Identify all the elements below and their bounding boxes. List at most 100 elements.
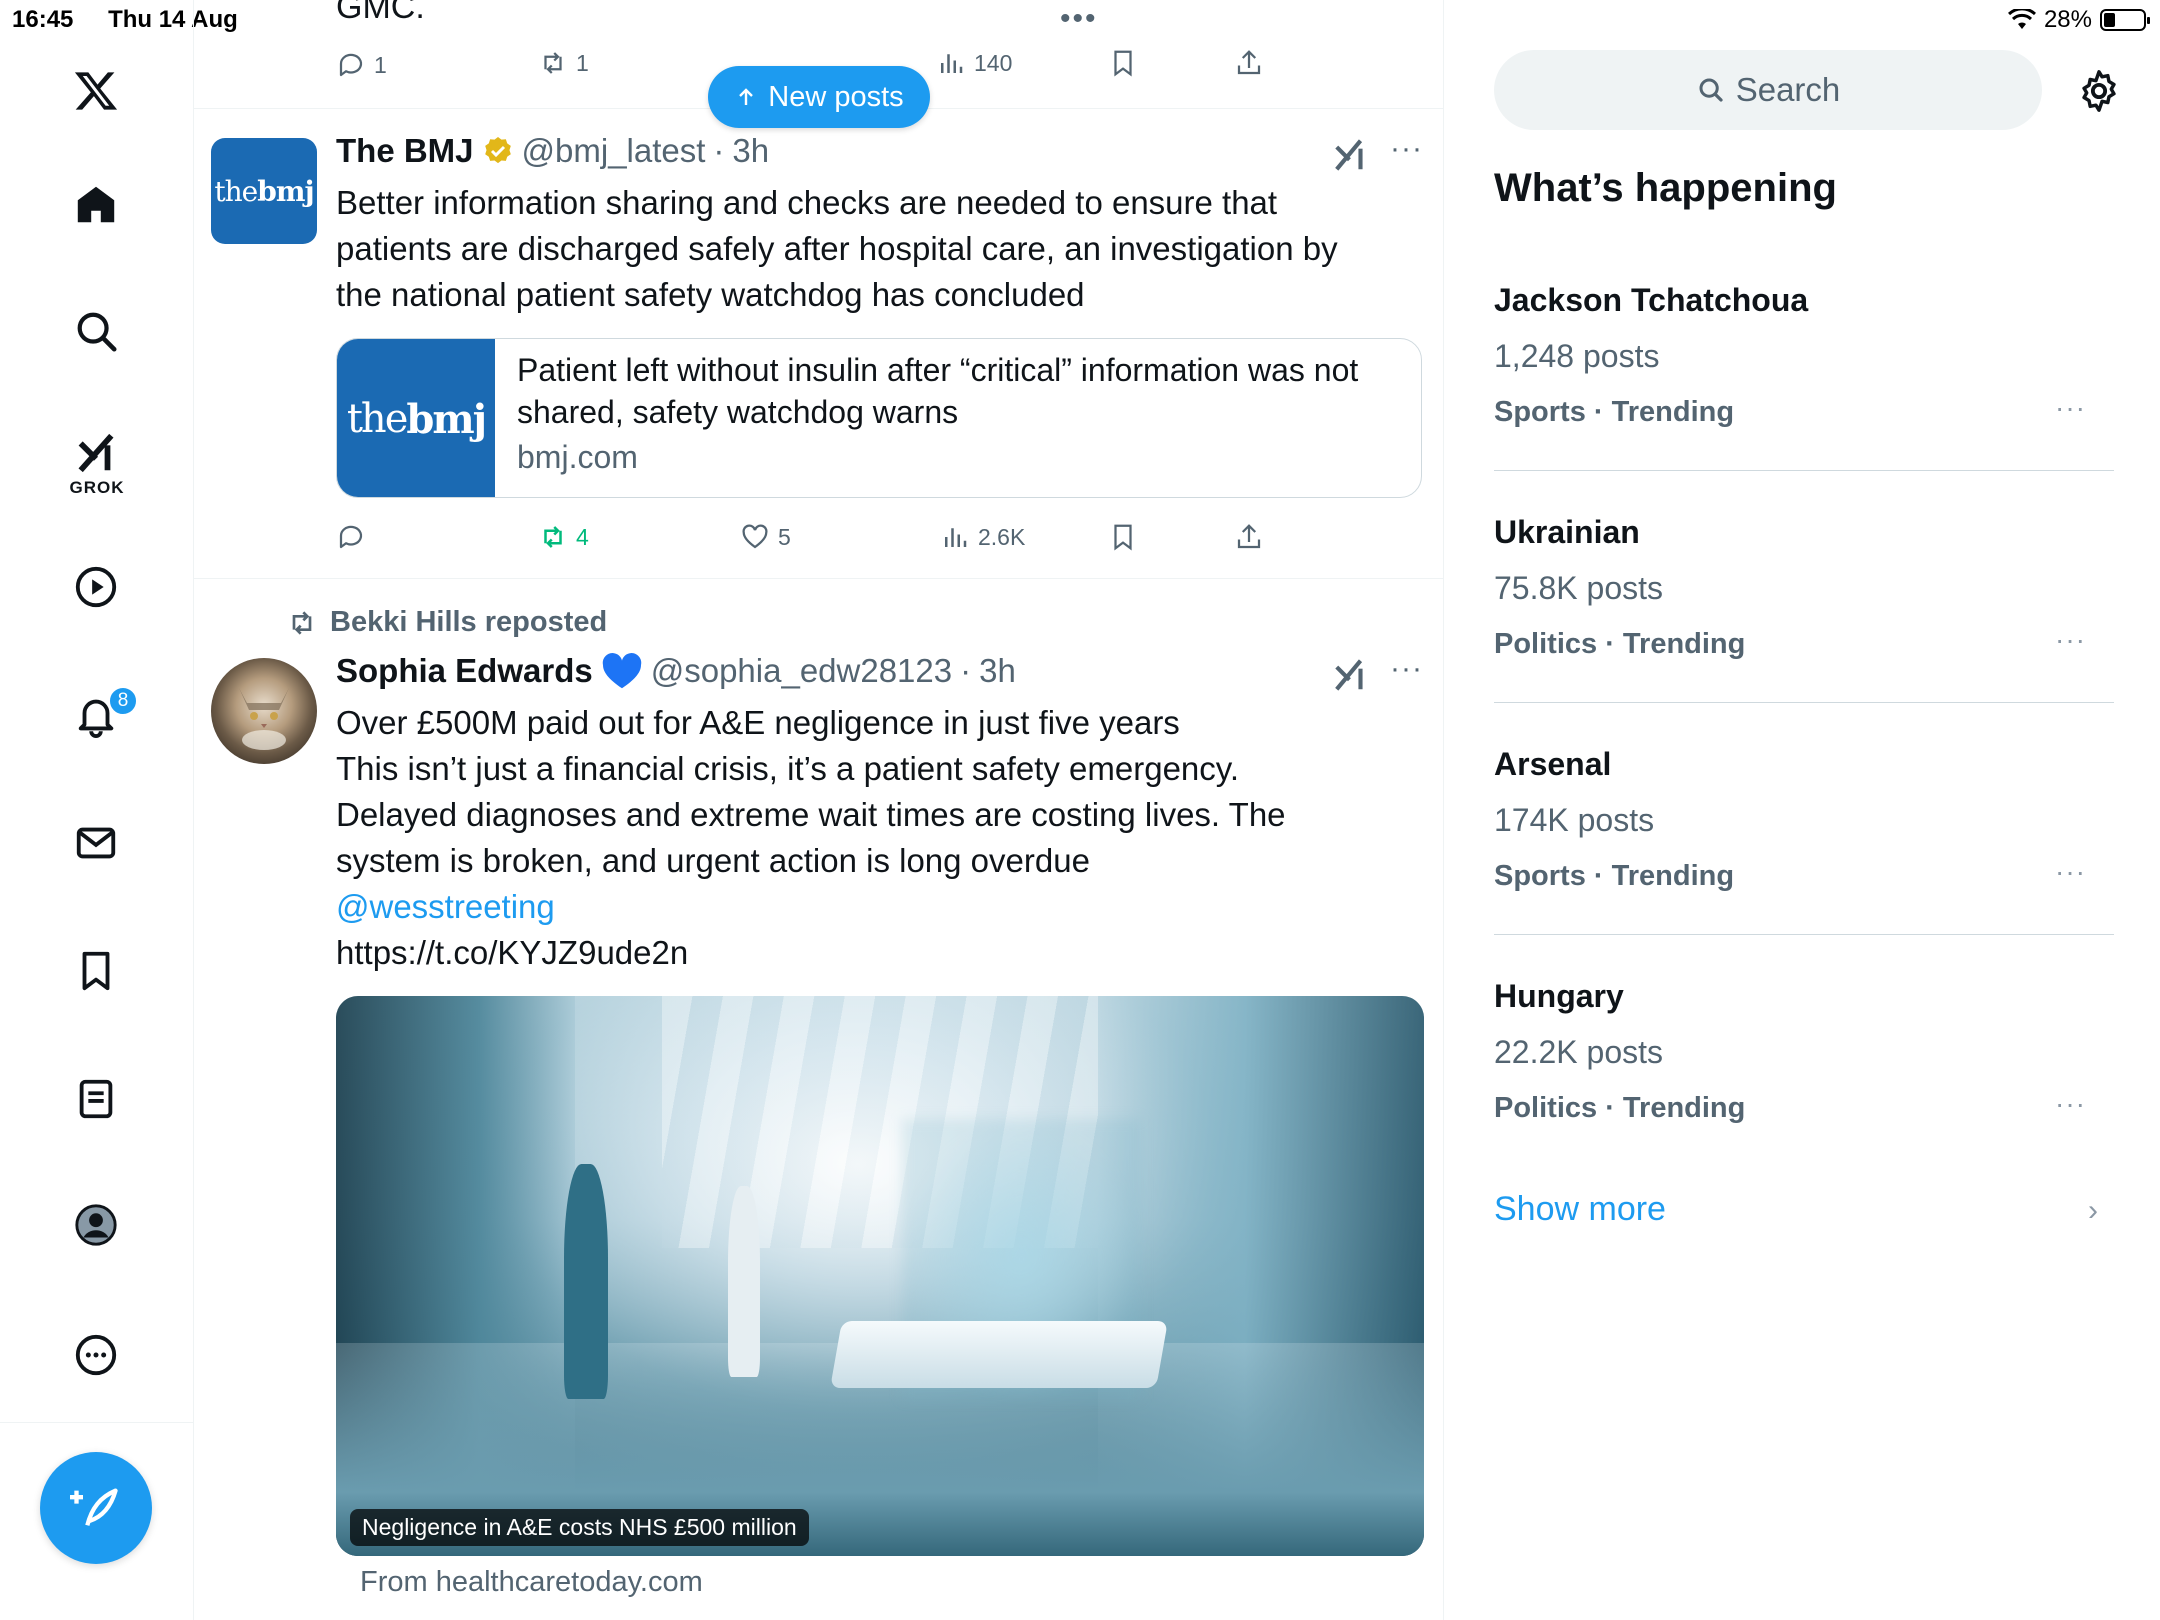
trend-item[interactable]: Jackson Tchatchoua 1,248 posts Sports · … [1494, 282, 2114, 514]
post-time[interactable]: 3h [732, 132, 769, 170]
reposted-by-label: Bekki Hills reposted [330, 606, 608, 638]
user-avatar[interactable] [211, 658, 317, 764]
repost-icon [544, 52, 562, 74]
compose-feather-icon [70, 1488, 118, 1526]
new-posts-label: New posts [768, 80, 904, 113]
trend-count: 75.8K posts [1494, 570, 1663, 606]
trend-item[interactable]: Hungary 22.2K posts Politics · Trending … [1494, 978, 2114, 1210]
more-icon[interactable] [63, 1322, 129, 1388]
timeline-feed[interactable]: GMC. 1 1 140 New posts the bmj The BMJ @… [194, 0, 1444, 1620]
trend-count: 174K posts [1494, 802, 1655, 838]
whats-happening-title: What’s happening [1494, 166, 1837, 210]
trend-name: Jackson Tchatchoua [1494, 282, 1809, 318]
wifi-icon [2007, 9, 2036, 29]
repost-action[interactable]: 1 [538, 48, 589, 78]
nav-divider [0, 1422, 194, 1423]
status-bar-right: 28% [2007, 6, 2150, 34]
post-text-line1: Over £500M paid out for A&E negligence i… [336, 704, 1180, 741]
author-name[interactable]: Sophia Edwards [336, 652, 593, 690]
trend-name: Ukrainian [1494, 514, 1640, 550]
author-handle[interactable]: @bmj_latest [522, 132, 706, 170]
home-icon[interactable] [63, 172, 129, 238]
trend-item[interactable]: Ukrainian 75.8K posts Politics · Trendin… [1494, 514, 2114, 746]
video-icon[interactable] [63, 554, 129, 620]
trend-count: 22.2K posts [1494, 1034, 1663, 1070]
share-action[interactable] [1234, 522, 1264, 552]
card-domain: bmj.com [517, 439, 638, 475]
previous-post-text-fragment: GMC. [336, 0, 425, 26]
views-action[interactable]: 140 [936, 48, 1012, 78]
bookmark-small-icon [1114, 524, 1132, 551]
grok-explain-icon[interactable] [1332, 136, 1370, 174]
arrow-up-icon [739, 88, 754, 105]
bmj-logo-text-a: the [214, 174, 258, 208]
media-hospital-bed [830, 1320, 1169, 1388]
battery-icon [2100, 9, 2150, 31]
repost-context[interactable]: Bekki Hills reposted [286, 606, 607, 639]
blue-heart-icon [602, 653, 641, 689]
show-more-link[interactable]: Show more [1494, 1190, 1666, 1229]
mail-icon[interactable] [63, 810, 129, 876]
like-action[interactable]: 5 [740, 522, 791, 552]
trend-item[interactable]: Arsenal 174K posts Sports · Trending ··· [1494, 746, 2114, 978]
grok-explain-icon[interactable] [1332, 656, 1370, 694]
time-separator: · [713, 132, 725, 169]
trend-more-icon[interactable]: ··· [2055, 1088, 2086, 1120]
share-action[interactable] [1234, 48, 1264, 78]
trend-divider [1494, 702, 2114, 703]
new-posts-button[interactable]: New posts [708, 66, 930, 128]
compose-post-button[interactable] [40, 1452, 152, 1564]
post-text-line2: This isn’t just a financial crisis, it’s… [336, 750, 1286, 879]
search-input[interactable]: Search [1494, 50, 2042, 130]
bookmark-small-icon [1114, 50, 1132, 77]
author-name[interactable]: The BMJ [336, 132, 474, 170]
repost-icon [544, 526, 562, 548]
cat-photo-icon [239, 688, 289, 750]
x-logo-icon[interactable] [63, 58, 129, 124]
post-url[interactable]: https://t.co/KYJZ9ude2n [336, 930, 1336, 976]
chevron-right-icon[interactable]: › [2088, 1194, 2098, 1228]
post-divider [194, 578, 1443, 579]
grok-icon[interactable] [63, 420, 129, 486]
bmj-avatar[interactable]: the bmj [211, 138, 317, 244]
notifications-badge: 8 [108, 686, 138, 716]
views-icon [941, 54, 963, 73]
repost-count: 1 [576, 49, 589, 76]
views-action[interactable]: 2.6K [940, 522, 1025, 552]
post-header: Sophia Edwards @sophia_edw28123 · 3h [336, 652, 1016, 690]
mention-link[interactable]: @wesstreeting [336, 884, 1336, 930]
post-more-icon[interactable]: ··· [1390, 652, 1423, 686]
share-icon [1237, 524, 1261, 549]
reply-icon [339, 53, 363, 77]
trend-more-icon[interactable]: ··· [2055, 856, 2086, 888]
left-nav: GROK 8 [0, 0, 194, 1620]
profile-icon[interactable] [63, 1192, 129, 1258]
repost-count: 4 [576, 523, 589, 550]
post-more-icon[interactable]: ··· [1390, 132, 1423, 166]
trend-category: Politics · Trending [1494, 628, 1746, 660]
card-thumb-text-b: bmj [406, 395, 487, 443]
link-card[interactable]: the bmj Patient left without insulin afte… [336, 338, 1422, 498]
views-icon [945, 528, 967, 547]
verified-gold-badge-icon [484, 137, 511, 164]
views-count: 140 [974, 49, 1013, 76]
gear-icon[interactable] [2076, 68, 2122, 114]
post-media-image[interactable]: Negligence in A&E costs NHS £500 million [336, 996, 1424, 1556]
bookmark-action[interactable] [1108, 522, 1138, 552]
reply-action[interactable] [336, 522, 366, 552]
bookmark-action[interactable] [1108, 48, 1138, 78]
trend-count: 1,248 posts [1494, 338, 1660, 374]
repost-action[interactable]: 4 [538, 522, 589, 552]
trend-more-icon[interactable]: ··· [2055, 624, 2086, 656]
trend-category: Sports · Trending [1494, 396, 1735, 428]
bookmark-icon[interactable] [63, 938, 129, 1004]
post-time[interactable]: 3h [979, 652, 1016, 690]
author-handle[interactable]: @sophia_edw28123 [651, 652, 952, 690]
trend-more-icon[interactable]: ··· [2055, 392, 2086, 424]
list-icon[interactable] [63, 1066, 129, 1132]
search-icon[interactable] [63, 298, 129, 364]
reply-action[interactable]: 1 [336, 50, 387, 80]
battery-percent: 28% [2043, 6, 2092, 33]
media-source[interactable]: From healthcaretoday.com [360, 1566, 703, 1599]
post-text: Better information sharing and checks ar… [336, 184, 1338, 313]
